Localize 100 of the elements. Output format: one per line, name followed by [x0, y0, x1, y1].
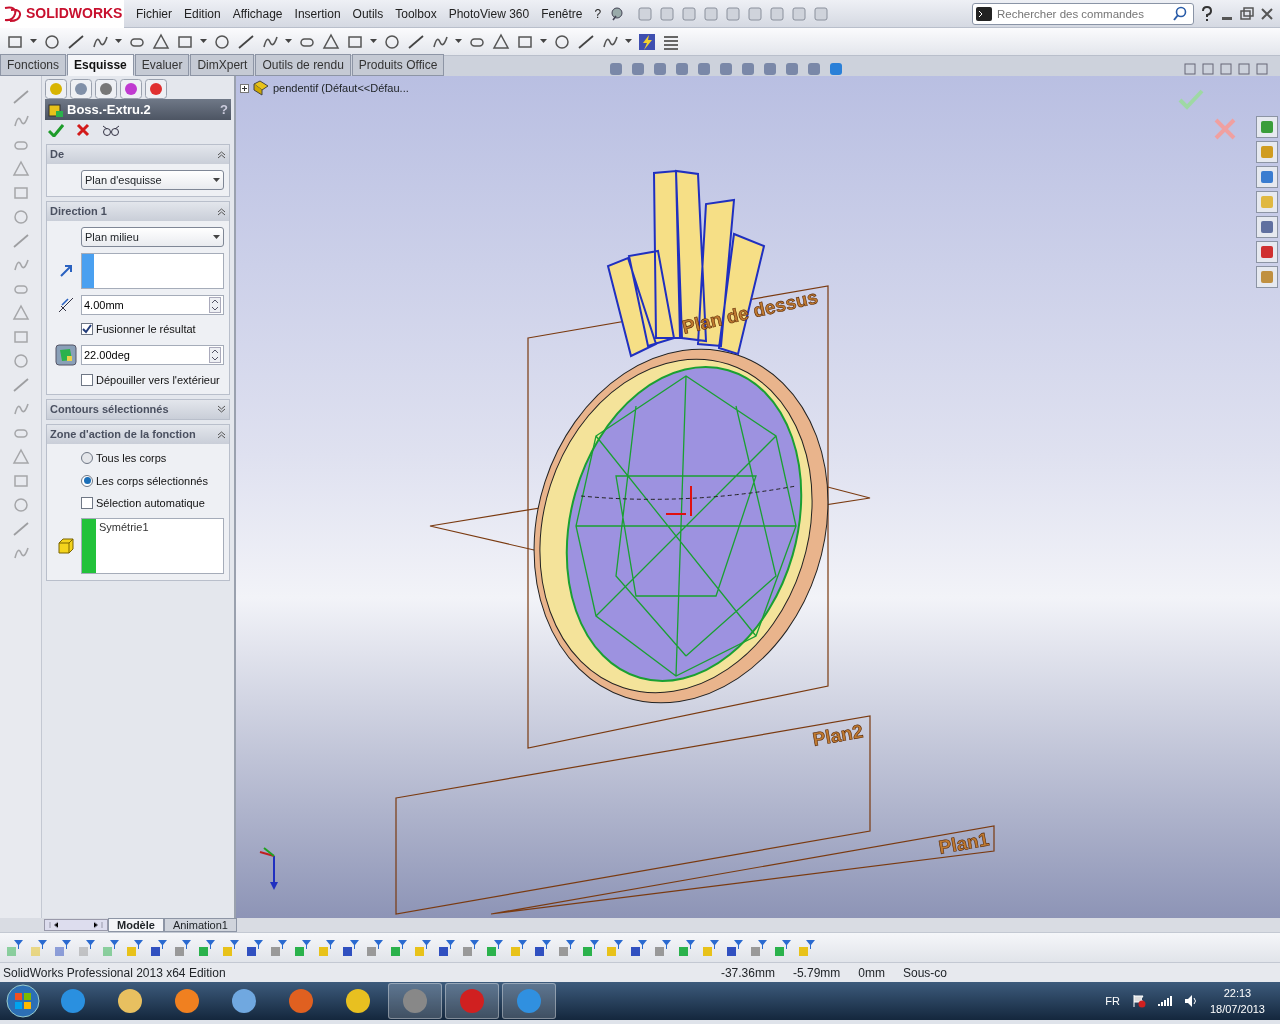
selection-filter-icon[interactable]	[438, 938, 456, 957]
selection-filter-icon[interactable]	[126, 938, 144, 957]
pendant-drawing[interactable]	[533, 169, 829, 704]
selection-filter-icon[interactable]	[798, 938, 816, 957]
selection-list[interactable]	[81, 253, 224, 289]
menu-item[interactable]: PhotoView 360	[442, 4, 536, 23]
selection-filter-icon[interactable]	[582, 938, 600, 957]
section-header[interactable]: Zone d'action de la fonction	[47, 425, 229, 444]
selection-filter-icon[interactable]	[630, 938, 648, 957]
selection-filter-icon[interactable]	[6, 938, 24, 957]
body-selection-list[interactable]: Symétrie1	[81, 517, 224, 574]
selection-filter-icon[interactable]	[678, 938, 696, 957]
selection-filter-icon[interactable]	[366, 938, 384, 957]
clock-date[interactable]: 18/07/2013	[1209, 1001, 1265, 1018]
radio-option[interactable]: Tous les corps	[81, 450, 167, 467]
selection-filter-icon[interactable]	[30, 938, 48, 957]
triangle-icon[interactable]	[322, 32, 340, 51]
triangle-icon[interactable]	[152, 32, 170, 51]
selection-filter-icon[interactable]	[414, 938, 432, 957]
selection-filter-icon[interactable]	[150, 938, 168, 957]
radio-option[interactable]: Les corps sélectionnés	[81, 472, 208, 489]
selection-filter-icon[interactable]	[294, 938, 312, 957]
circle-icon[interactable]	[553, 32, 571, 51]
line-icon[interactable]	[237, 32, 255, 51]
command-tab[interactable]: Produits Office	[351, 54, 445, 76]
checkbox-option[interactable]: Dépouiller vers l'extérieur	[81, 371, 220, 388]
menu-item[interactable]: Edition	[178, 4, 227, 23]
property-tab-icon[interactable]	[70, 79, 92, 99]
caret-icon[interactable]	[213, 177, 220, 183]
model-tab[interactable]: Animation1	[163, 918, 237, 932]
collapse-icon[interactable]	[217, 430, 226, 439]
dropdown[interactable]: Plan milieu	[81, 227, 224, 247]
feature-tree-root[interactable]: pendentif (Défaut<<Défau...	[273, 80, 409, 97]
help-icon[interactable]	[1200, 5, 1214, 22]
selection-filter-icon[interactable]	[654, 938, 672, 957]
selection-filter-icon[interactable]	[174, 938, 192, 957]
cancel-x-icon[interactable]	[76, 123, 90, 137]
selection-filter-icon[interactable]	[534, 938, 552, 957]
list-item[interactable]: Symétrie1	[96, 518, 152, 535]
selection-filter-icon[interactable]	[486, 938, 504, 957]
expand-icon[interactable]	[217, 405, 226, 414]
clock-time[interactable]: 22:13	[1223, 984, 1252, 1001]
search-field[interactable]: Rechercher des commandes	[972, 2, 1194, 25]
ok-check-icon[interactable]	[48, 123, 64, 137]
selection-filter-icon[interactable]	[750, 938, 768, 957]
dropdown[interactable]: Plan d'esquisse	[81, 170, 224, 190]
caret-icon[interactable]	[115, 39, 122, 44]
circle-icon[interactable]	[43, 32, 61, 51]
depth-field[interactable]: 4.00mm	[81, 295, 224, 315]
menu-item[interactable]: Outils	[346, 4, 390, 23]
menu-item[interactable]: Affichage	[226, 4, 289, 23]
model-tab[interactable]: Modèle	[108, 918, 164, 932]
flag-icon[interactable]	[1131, 994, 1146, 1008]
caret-icon[interactable]	[200, 39, 207, 44]
section-header[interactable]: Direction 1	[47, 202, 229, 221]
collapse-icon[interactable]	[217, 150, 226, 159]
selection-filter-icon[interactable]	[270, 938, 288, 957]
line-icon[interactable]	[577, 32, 595, 51]
selection-filter-icon[interactable]	[342, 938, 360, 957]
pushpin-icon[interactable]	[609, 5, 626, 22]
arrow-icon[interactable]	[59, 264, 73, 278]
glasses-icon[interactable]	[102, 123, 120, 137]
angle-field[interactable]: 22.00deg	[81, 344, 224, 365]
selection-filter-icon[interactable]	[246, 938, 264, 957]
line-icon[interactable]	[407, 32, 425, 51]
command-tab[interactable]: DimXpert	[190, 54, 255, 76]
caret-icon[interactable]	[285, 39, 292, 44]
search-icon[interactable]	[1172, 5, 1188, 22]
menu-item[interactable]: Fichier	[130, 4, 178, 23]
selection-filter-icon[interactable]	[222, 938, 240, 957]
crosshair-tab-icon[interactable]	[120, 79, 142, 99]
command-tab[interactable]: Outils de rendu	[255, 54, 351, 76]
menu-item[interactable]: Insertion	[288, 4, 347, 23]
caret-icon[interactable]	[625, 39, 632, 44]
selection-filter-icon[interactable]	[462, 938, 480, 957]
help-link[interactable]: ?	[220, 99, 228, 120]
spinner-icon[interactable]	[209, 297, 221, 313]
start-button-icon[interactable]	[3, 983, 43, 1019]
appearance-tab-icon[interactable]	[145, 79, 167, 99]
caret-icon[interactable]	[455, 39, 462, 44]
lightning-icon[interactable]	[638, 32, 656, 51]
selection-filter-icon[interactable]	[78, 938, 96, 957]
expand-plus-icon[interactable]	[240, 83, 249, 93]
selection-filter-icon[interactable]	[606, 938, 624, 957]
menu-item[interactable]: Fenêtre	[535, 4, 589, 23]
section-header[interactable]: De	[47, 145, 229, 164]
circle-icon[interactable]	[213, 32, 231, 51]
collapse-icon[interactable]	[217, 207, 226, 216]
draft-icon[interactable]	[55, 343, 77, 366]
selection-filter-icon[interactable]	[102, 938, 120, 957]
caret-icon[interactable]	[370, 39, 377, 44]
speaker-icon[interactable]	[1183, 994, 1198, 1008]
caret-icon[interactable]	[540, 39, 547, 44]
confirm-check-icon[interactable]	[1178, 88, 1204, 110]
language-indicator[interactable]: FR	[1105, 992, 1120, 1010]
caret-icon[interactable]	[213, 234, 220, 240]
circle-icon[interactable]	[383, 32, 401, 51]
checkbox-option[interactable]: Fusionner le résultat	[81, 321, 196, 338]
selection-filter-icon[interactable]	[558, 938, 576, 957]
command-tab[interactable]: Evaluer	[134, 54, 190, 76]
